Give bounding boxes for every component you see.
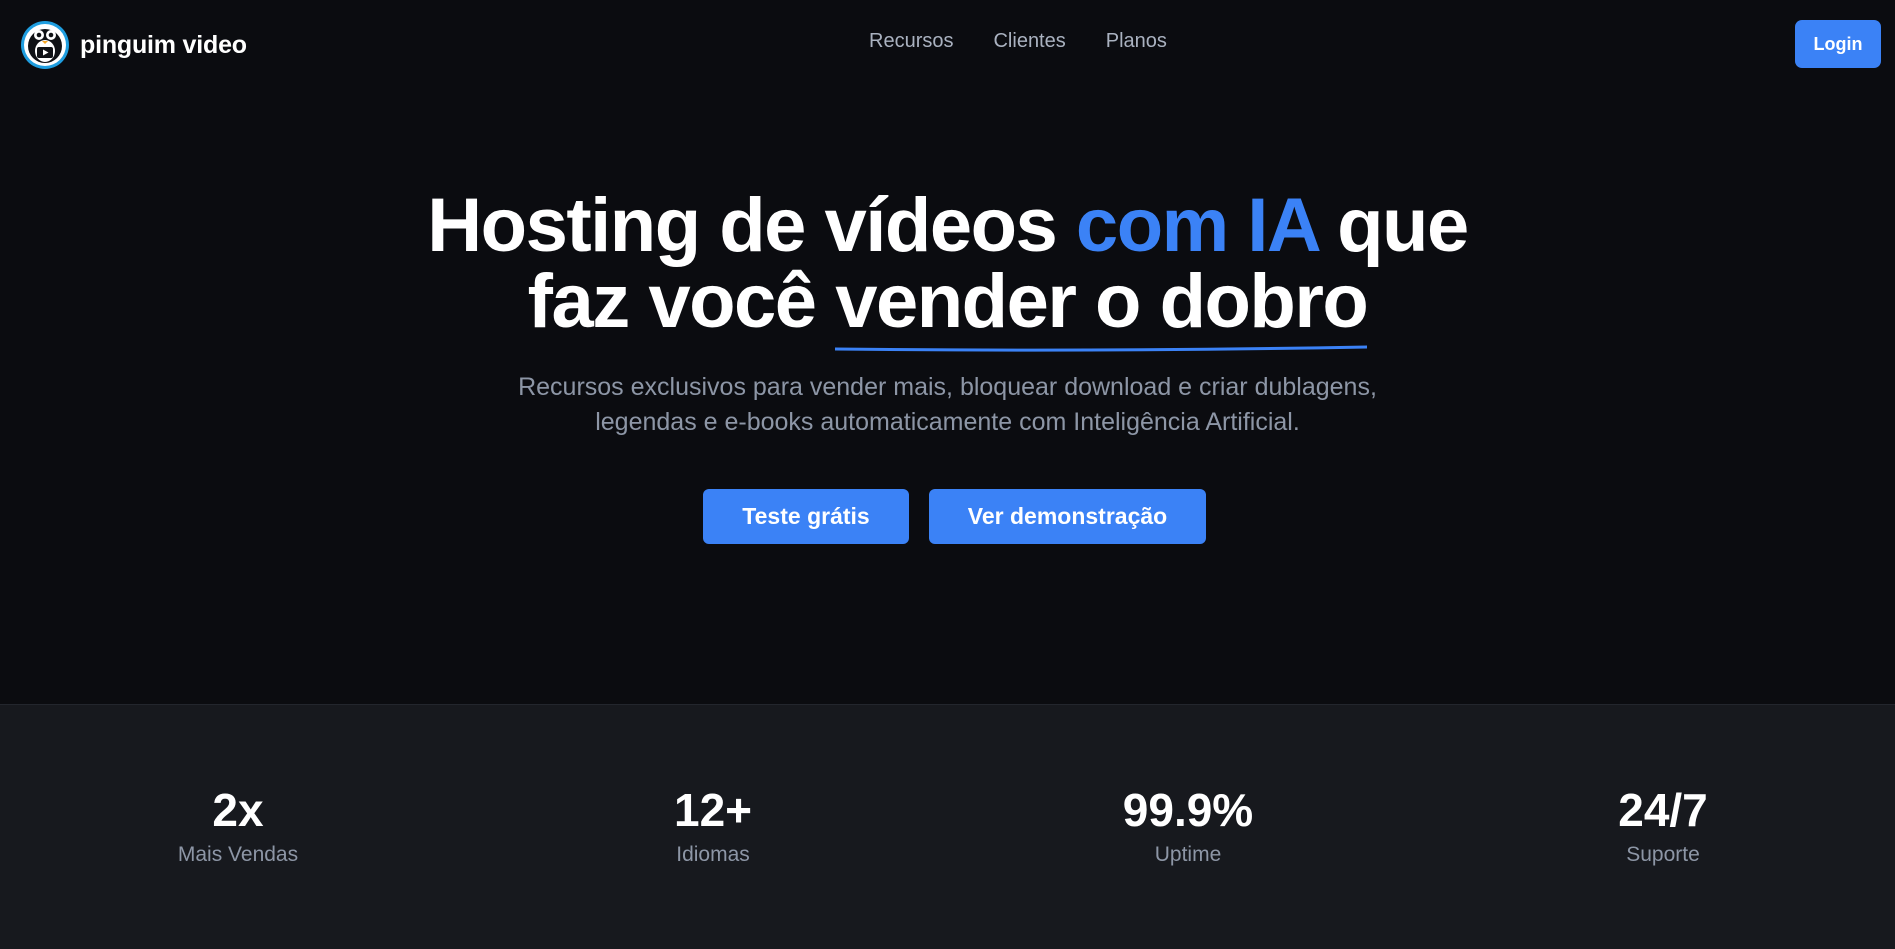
cta-row: Teste grátis Ver demonstração	[0, 489, 1895, 544]
stat-label: Mais Vendas	[177, 843, 299, 866]
stat-item: 24/7 Suporte	[1513, 785, 1813, 867]
stat-item: 2x Mais Vendas	[88, 785, 388, 867]
stat-value: 12+	[673, 784, 753, 836]
headline-underlined: vender o dobro	[835, 264, 1369, 340]
stats-section: 2x Mais Vendas 12+ Idiomas 99.9% Uptime …	[0, 704, 1895, 949]
subtitle-line-1: Recursos exclusivos para vender mais, bl…	[518, 373, 1377, 401]
stat-label: Suporte	[1626, 843, 1700, 866]
stat-value: 99.9%	[1122, 784, 1254, 836]
headline-text: Hosting de vídeos	[427, 183, 1076, 268]
login-button[interactable]: Login	[1795, 20, 1881, 68]
stat-item: 99.9% Uptime	[1038, 785, 1338, 867]
hero-section: Hosting de vídeos com IA que faz você ve…	[0, 88, 1895, 704]
headline-text: que	[1317, 183, 1469, 268]
penguin-logo-icon	[21, 21, 69, 69]
nav-item-recursos[interactable]: Recursos	[869, 30, 953, 53]
stat-value: 24/7	[1618, 784, 1708, 836]
site-header: pinguim video Recursos Clientes Planos L…	[0, 0, 1895, 88]
headline-accent: com IA	[1075, 183, 1319, 268]
stat-value: 2x	[212, 784, 264, 836]
stat-label: Idiomas	[676, 843, 750, 866]
hero-subtitle: Recursos exclusivos para vender mais, bl…	[0, 370, 1895, 440]
stat-label: Uptime	[1154, 843, 1222, 866]
headline-line-2: faz você vender o dobro	[0, 264, 1895, 340]
headline-line-1: Hosting de vídeos com IA que	[0, 188, 1895, 264]
headline-text: faz você	[527, 259, 836, 344]
hero-headline: Hosting de vídeos com IA que faz você ve…	[0, 188, 1895, 340]
free-trial-button[interactable]: Teste grátis	[703, 489, 909, 544]
subtitle-line-2: legendas e e-books automaticamente com I…	[595, 408, 1300, 436]
headline-underlined-text: vender o dobro	[835, 259, 1369, 344]
brand-name: pinguim video	[80, 30, 247, 59]
demo-button[interactable]: Ver demonstração	[929, 489, 1206, 544]
nav-item-clientes[interactable]: Clientes	[993, 30, 1065, 53]
brand-link[interactable]: pinguim video	[20, 20, 247, 70]
stat-item: 12+ Idiomas	[563, 785, 863, 867]
main-nav: Recursos Clientes Planos	[869, 30, 1167, 53]
nav-item-planos[interactable]: Planos	[1106, 30, 1167, 53]
underline-decoration	[835, 344, 1367, 354]
